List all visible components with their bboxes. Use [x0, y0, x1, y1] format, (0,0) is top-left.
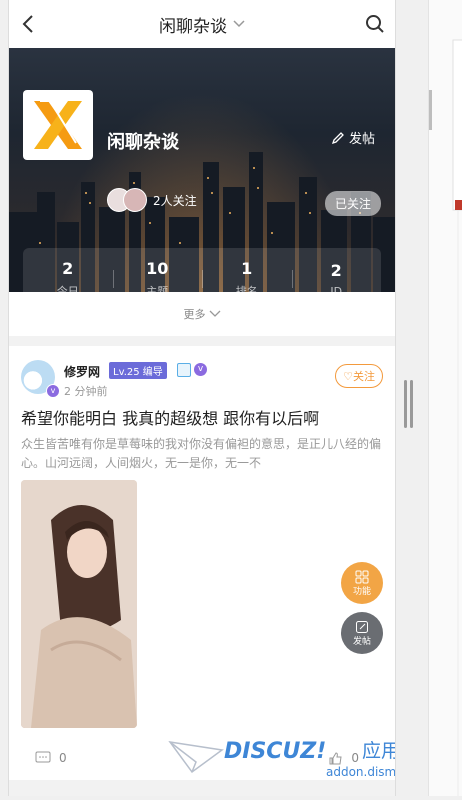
stat-rank: 1 排名 — [202, 248, 292, 292]
scrollbar-handle[interactable] — [404, 380, 414, 428]
stat-threads: 10 主题 — [112, 248, 203, 292]
x-logo-icon — [34, 100, 82, 149]
follow-author-button[interactable]: ♡关注 — [335, 364, 383, 388]
comment-icon — [35, 751, 51, 763]
forum-stats: 2 今日 10 主题 1 排名 2 ID — [23, 248, 381, 292]
followers-row[interactable]: 2人关注 — [107, 188, 197, 212]
follower-count: 2人关注 — [153, 193, 197, 208]
divider — [9, 336, 395, 346]
post-fab[interactable]: 发帖 — [341, 612, 383, 654]
thread-title[interactable]: 希望你能明白 我真的超级想 跟你有以后啊 — [21, 408, 383, 430]
new-post-label: 发帖 — [348, 132, 375, 147]
panel-decoration — [429, 39, 462, 796]
author-row: v 修罗网 Lv.25 编导 v 2 分钟前 ♡关注 — [9, 346, 395, 400]
grid-icon — [355, 570, 369, 583]
forum-name: 闲聊杂谈 — [107, 132, 179, 153]
function-label: 功能 — [352, 586, 371, 597]
chevron-down-icon — [209, 310, 220, 317]
thread-card[interactable]: v 修罗网 Lv.25 编导 v 2 分钟前 ♡关注 希望你能明白 我真的超级想… — [9, 346, 395, 473]
forum-switcher[interactable]: 闲聊杂谈 — [159, 12, 245, 37]
level-badge: Lv.25 编导 — [109, 362, 167, 379]
forum-logo — [23, 90, 93, 160]
watermark-logo: DISCUZ! 应用中心 addon.dismall.com — [168, 739, 396, 779]
post-fab-label: 发帖 — [352, 636, 371, 647]
medal-icon — [177, 363, 191, 377]
followed-button[interactable]: 已关注 — [324, 191, 381, 216]
comment-count: 0 — [59, 751, 67, 765]
watermark-brand: DISCUZ! — [224, 739, 326, 764]
vip-icon: v — [194, 363, 207, 376]
edit-icon — [331, 131, 344, 144]
new-post-button[interactable]: 发帖 — [331, 128, 375, 147]
search-icon[interactable] — [363, 12, 387, 36]
edit-icon — [356, 620, 368, 633]
more-label: 更多 — [183, 308, 206, 321]
page-title: 闲聊杂谈 — [159, 16, 227, 37]
author-name[interactable]: 修罗网 — [64, 363, 100, 380]
watermark-cn: 应用中心 — [362, 740, 396, 762]
follower-avatars — [107, 188, 147, 212]
top-bar: 闲聊杂谈 — [9, 0, 395, 48]
follow-label: 关注 — [353, 370, 375, 383]
stat-today: 2 今日 — [56, 259, 79, 292]
more-button[interactable]: 更多 — [9, 292, 395, 336]
forum-header: 闲聊杂谈 发帖 2人关注 已关注 2 今日 10 主题 1 排名 2 ID — [9, 48, 395, 292]
comment-button[interactable]: 0 — [35, 751, 67, 765]
thread-image[interactable] — [21, 480, 137, 728]
function-fab[interactable]: 功能 — [341, 562, 383, 604]
divider — [9, 780, 395, 796]
post-time: 2 分钟前 — [64, 385, 108, 398]
verified-icon: v — [46, 384, 60, 398]
back-icon[interactable] — [17, 12, 41, 36]
avatar — [123, 188, 147, 212]
heart-icon: ♡ — [343, 370, 353, 383]
chevron-down-icon — [233, 20, 245, 28]
stat-id: 2 ID — [291, 248, 382, 292]
portrait-photo — [21, 480, 137, 728]
thread-excerpt: 众生皆苦唯有你是草莓味的我对你没有偏袒的意思，是正儿八经的偏心。山河远阔，人间烟… — [21, 437, 382, 470]
side-panel — [428, 0, 462, 796]
watermark-url: addon.dismall.com — [326, 765, 396, 779]
mobile-page: 闲聊杂谈 闲聊杂谈 发帖 2人关注 已关注 2 今日 10 主题 1 排名 2 … — [8, 0, 396, 796]
